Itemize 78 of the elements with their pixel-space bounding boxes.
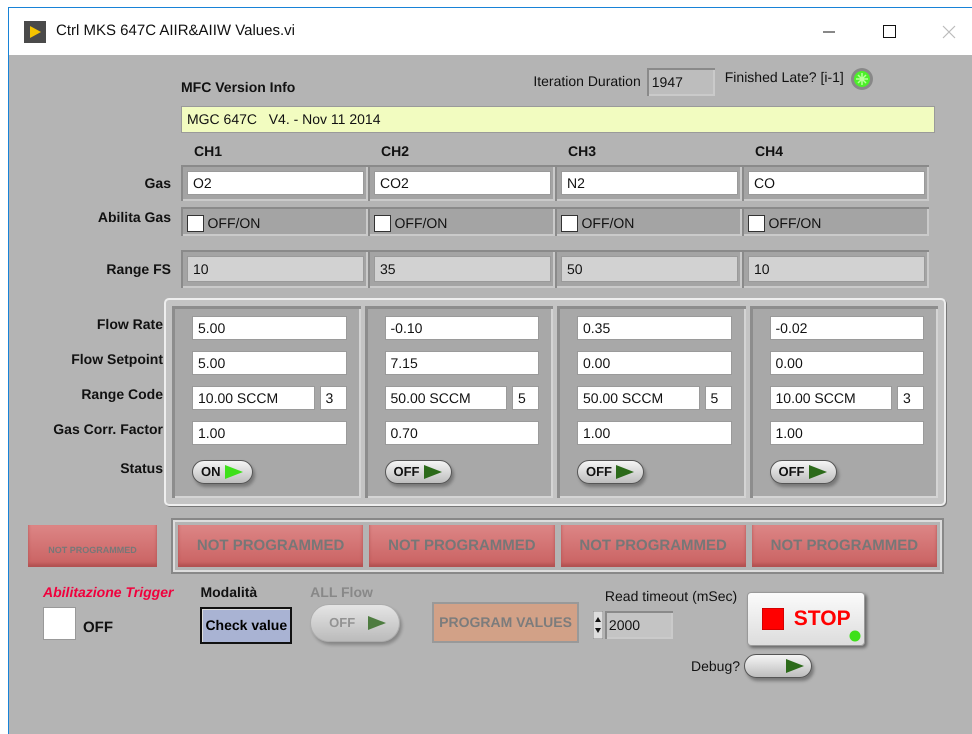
code-field: 5 bbox=[704, 386, 732, 410]
row-label: Flow Setpoint bbox=[71, 351, 163, 367]
status-indicator: NOT PROGRAMMED bbox=[369, 525, 554, 567]
section-label: MFC Version Info bbox=[181, 78, 296, 97]
range-field: 10 bbox=[187, 256, 364, 282]
status-indicator: NOT PROGRAMMED bbox=[752, 525, 937, 567]
factor-field[interactable]: 1.00 bbox=[577, 421, 732, 445]
iteration-field: 1947 bbox=[646, 68, 715, 96]
factor-field[interactable]: 1.00 bbox=[770, 421, 924, 445]
column-header: CH4 bbox=[755, 143, 784, 159]
row-label: Range FS bbox=[106, 260, 171, 279]
checkbox-label: OFF/ON bbox=[582, 214, 634, 233]
setpoint-field[interactable]: 7.15 bbox=[384, 351, 539, 375]
range-field[interactable]: 10.00 SCCM bbox=[770, 386, 892, 410]
toggle-switch[interactable] bbox=[744, 654, 812, 678]
version-field: MGC 647C V4. - Nov 11 2014 bbox=[181, 106, 935, 133]
status-indicator: NOT PROGRAMMED bbox=[178, 525, 364, 567]
code-field: 5 bbox=[512, 386, 539, 410]
row-label: Abilita Gas bbox=[98, 208, 171, 227]
factor-field[interactable]: 0.70 bbox=[384, 421, 539, 445]
app-icon bbox=[24, 20, 46, 42]
toggle-label: Debug? bbox=[691, 656, 740, 676]
minimize-icon bbox=[823, 30, 835, 32]
flow-rate-field: 5.00 bbox=[192, 316, 346, 340]
status-indicator: NOT PROGRAMMED bbox=[28, 525, 157, 567]
setpoint-field[interactable]: 0.00 bbox=[770, 351, 924, 375]
range-field: 35 bbox=[374, 256, 551, 282]
code-field: 3 bbox=[320, 386, 346, 410]
checkbox[interactable] bbox=[748, 215, 765, 232]
flow-rate-field: -0.10 bbox=[384, 316, 539, 340]
range-field: 10 bbox=[748, 256, 925, 282]
range-field[interactable]: 10.00 SCCM bbox=[192, 386, 314, 410]
row-label: Flow Rate bbox=[96, 316, 163, 332]
checkbox[interactable] bbox=[43, 606, 76, 640]
mode-button[interactable]: Check value bbox=[200, 606, 292, 644]
mode-label: Modalità bbox=[200, 583, 258, 602]
row-label: Gas Corr. Factor bbox=[53, 421, 163, 437]
window-title: Ctrl MKS 647C AIIR&AIIW Values.vi bbox=[56, 21, 296, 42]
column-header: CH1 bbox=[194, 143, 222, 159]
range-field: 50 bbox=[561, 256, 738, 282]
factor-field[interactable]: 1.00 bbox=[192, 421, 346, 445]
row-label: Gas bbox=[144, 174, 171, 192]
field-label: Read timeout (mSec) bbox=[604, 587, 738, 606]
trigger-label: Abilitazione Trigger bbox=[43, 583, 174, 602]
checkbox[interactable] bbox=[374, 215, 391, 232]
checkbox-label: OFF/ON bbox=[208, 214, 260, 233]
checkbox[interactable] bbox=[187, 215, 204, 232]
gas-field[interactable]: O2 bbox=[187, 171, 364, 195]
gas-field[interactable]: CO bbox=[748, 171, 925, 195]
range-field[interactable]: 50.00 SCCM bbox=[384, 386, 507, 410]
flow-rate-field: -0.02 bbox=[770, 316, 924, 340]
indicator-label: Finished Late? [i-1] bbox=[724, 68, 844, 87]
timeout-field[interactable]: 2000 bbox=[604, 610, 673, 638]
code-field: 3 bbox=[897, 386, 924, 410]
gas-field[interactable]: CO2 bbox=[374, 171, 551, 195]
flow-rate-field: 0.35 bbox=[577, 316, 732, 340]
row-label: Range Code bbox=[81, 386, 163, 402]
close-icon bbox=[942, 24, 956, 38]
spinner-icon[interactable] bbox=[592, 610, 603, 638]
range-field[interactable]: 50.00 SCCM bbox=[577, 386, 700, 410]
field-label: Iteration Duration bbox=[533, 72, 641, 91]
column-header: CH2 bbox=[381, 143, 410, 159]
checkbox-label: OFF/ON bbox=[768, 214, 822, 233]
toggle-switch[interactable]: OFF bbox=[577, 460, 644, 484]
setpoint-field[interactable]: 0.00 bbox=[577, 351, 732, 375]
status-indicator: NOT PROGRAMMED bbox=[560, 525, 746, 567]
column-header: CH3 bbox=[568, 143, 596, 159]
toggle-switch[interactable]: OFF bbox=[384, 460, 452, 484]
checkbox-label: OFF/ON bbox=[394, 214, 448, 233]
checkbox[interactable] bbox=[561, 215, 578, 232]
state-label: OFF bbox=[83, 618, 113, 638]
maximize-icon bbox=[882, 25, 896, 38]
toggle-switch[interactable]: OFF bbox=[770, 460, 836, 484]
stop-icon bbox=[762, 608, 784, 630]
toggle-switch[interactable]: ON bbox=[192, 460, 252, 484]
gas-field[interactable]: N2 bbox=[561, 171, 738, 195]
row-label: Status bbox=[120, 460, 163, 476]
setpoint-field[interactable]: 5.00 bbox=[192, 351, 346, 375]
